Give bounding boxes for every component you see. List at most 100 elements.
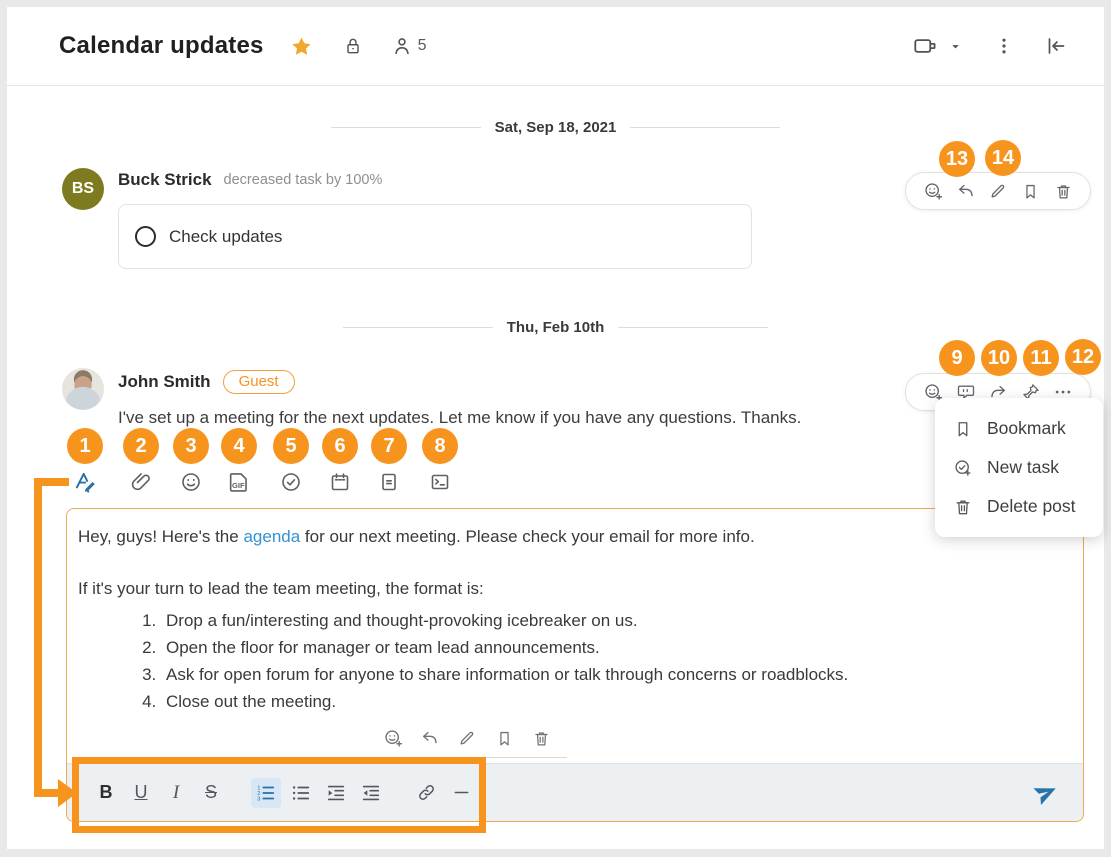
task-check-icon[interactable]	[277, 468, 305, 496]
send-button[interactable]	[1031, 778, 1061, 808]
underline-button[interactable]: U	[126, 778, 156, 808]
task-label: Check updates	[169, 227, 282, 247]
code-snippet-icon[interactable]	[426, 468, 454, 496]
trash-icon	[953, 497, 973, 517]
annotation-badge-9: 9	[939, 340, 975, 376]
list-item: Ask for open forum for anyone to share i…	[161, 661, 1065, 688]
task-card[interactable]: Check updates	[118, 204, 752, 269]
message-context-menu: Bookmark New task Delete post	[935, 398, 1103, 537]
menu-item-bookmark[interactable]: Bookmark	[935, 409, 1103, 448]
edit-icon[interactable]	[456, 727, 478, 749]
ordered-list-button[interactable]: 123	[251, 778, 281, 808]
annotation-arrow-line	[34, 478, 69, 486]
star-icon[interactable]	[290, 35, 313, 58]
indent-decrease-button[interactable]	[356, 778, 386, 808]
video-call-caret-icon[interactable]	[949, 40, 962, 53]
bookmark-icon[interactable]	[493, 727, 515, 749]
new-task-icon	[953, 458, 973, 478]
composer-editor[interactable]: Hey, guys! Here's the agenda for our nex…	[67, 509, 1083, 715]
avatar[interactable]: BS	[62, 168, 104, 210]
date-divider: Thu, Feb 10th	[7, 319, 1104, 336]
channel-title: Calendar updates	[59, 32, 264, 60]
author-name: John Smith	[118, 372, 211, 392]
reply-icon[interactable]	[954, 179, 978, 203]
svg-text:3: 3	[257, 796, 260, 802]
avatar[interactable]	[62, 368, 104, 410]
formatting-toolbar: B U I S 123	[67, 763, 1083, 821]
emoji-icon[interactable]	[177, 468, 205, 496]
annotation-arrow-line	[34, 789, 60, 797]
annotation-badge-12: 12	[1065, 339, 1101, 375]
reply-icon[interactable]	[419, 727, 441, 749]
message-john-smith: John Smith Guest I've set up a meeting f…	[62, 368, 801, 428]
menu-item-new-task[interactable]: New task	[935, 448, 1103, 487]
date-label: Sat, Sep 18, 2021	[495, 119, 617, 136]
delete-icon[interactable]	[1051, 179, 1075, 203]
gif-icon[interactable]: GIF	[225, 468, 253, 496]
attach-file-icon[interactable]	[127, 468, 155, 496]
menu-item-delete-post[interactable]: Delete post	[935, 487, 1103, 526]
date-divider: Sat, Sep 18, 2021	[7, 119, 1104, 136]
annotation-badge-14: 14	[985, 140, 1021, 176]
composer-hover-toolbar	[382, 727, 552, 749]
annotation-badge-6: 6	[322, 428, 358, 464]
annotation-badge-10: 10	[981, 340, 1017, 376]
annotation-arrow-line	[34, 478, 42, 797]
composer-paragraph: Hey, guys! Here's the agenda for our nex…	[78, 524, 1065, 550]
annotation-badge-11: 11	[1023, 340, 1059, 376]
annotation-badge-7: 7	[371, 428, 407, 464]
strikethrough-button[interactable]: S	[196, 778, 226, 808]
link-button[interactable]	[411, 778, 441, 808]
annotation-badge-8: 8	[422, 428, 458, 464]
bookmark-icon[interactable]	[1019, 179, 1043, 203]
members-icon[interactable]: 5	[391, 35, 427, 57]
channel-header: Calendar updates 5	[7, 7, 1104, 86]
annotation-badge-13: 13	[939, 141, 975, 177]
indent-increase-button[interactable]	[321, 778, 351, 808]
menu-item-label: New task	[987, 457, 1059, 478]
annotation-arrow-head	[58, 779, 77, 807]
lock-icon	[343, 36, 363, 56]
annotation-badge-2: 2	[123, 428, 159, 464]
add-reaction-icon[interactable]	[921, 179, 945, 203]
menu-item-label: Bookmark	[987, 418, 1066, 439]
svg-text:GIF: GIF	[232, 481, 245, 490]
list-item: Drop a fun/interesting and thought-provo…	[161, 607, 1065, 634]
composer-ordered-list: Drop a fun/interesting and thought-provo…	[78, 607, 1065, 715]
annotation-badge-4: 4	[221, 428, 257, 464]
add-reaction-icon[interactable]	[382, 727, 404, 749]
guest-badge: Guest	[223, 370, 295, 394]
divider-line	[372, 757, 567, 758]
list-item: Open the floor for manager or team lead …	[161, 634, 1065, 661]
horizontal-rule-button[interactable]	[446, 778, 476, 808]
agenda-link[interactable]: agenda	[243, 527, 300, 546]
task-status-circle-icon[interactable]	[135, 226, 156, 247]
message-meta: decreased task by 100%	[224, 172, 383, 188]
collapse-panel-icon[interactable]	[1044, 34, 1068, 58]
annotation-badge-1: 1	[67, 428, 103, 464]
screenshot-frame: Calendar updates 5 Sat, Sep 18, 2021	[0, 0, 1111, 857]
date-label: Thu, Feb 10th	[507, 319, 605, 336]
message-text: I've set up a meeting for the next updat…	[118, 408, 801, 428]
text-format-button[interactable]	[71, 468, 99, 496]
message-hover-toolbar	[905, 172, 1091, 210]
list-item: Close out the meeting.	[161, 688, 1065, 715]
composer-paragraph: If it's your turn to lead the team meeti…	[78, 576, 1065, 602]
video-call-button[interactable]	[911, 33, 941, 59]
channel-view: Calendar updates 5 Sat, Sep 18, 2021	[7, 7, 1104, 849]
delete-icon[interactable]	[530, 727, 552, 749]
author-name: Buck Strick	[118, 170, 212, 190]
italic-button[interactable]: I	[161, 778, 191, 808]
message-buck-strick: BS Buck Strick decreased task by 100% Ch…	[62, 168, 752, 269]
bold-button[interactable]: B	[91, 778, 121, 808]
annotation-badge-5: 5	[273, 428, 309, 464]
bookmark-icon	[953, 419, 973, 439]
kebab-menu-icon[interactable]	[994, 35, 1014, 57]
edit-icon[interactable]	[986, 179, 1010, 203]
annotation-badge-3: 3	[173, 428, 209, 464]
note-icon[interactable]	[375, 468, 403, 496]
calendar-icon[interactable]	[326, 468, 354, 496]
bullet-list-button[interactable]	[286, 778, 316, 808]
message-composer[interactable]: Hey, guys! Here's the agenda for our nex…	[66, 508, 1084, 822]
menu-item-label: Delete post	[987, 496, 1076, 517]
